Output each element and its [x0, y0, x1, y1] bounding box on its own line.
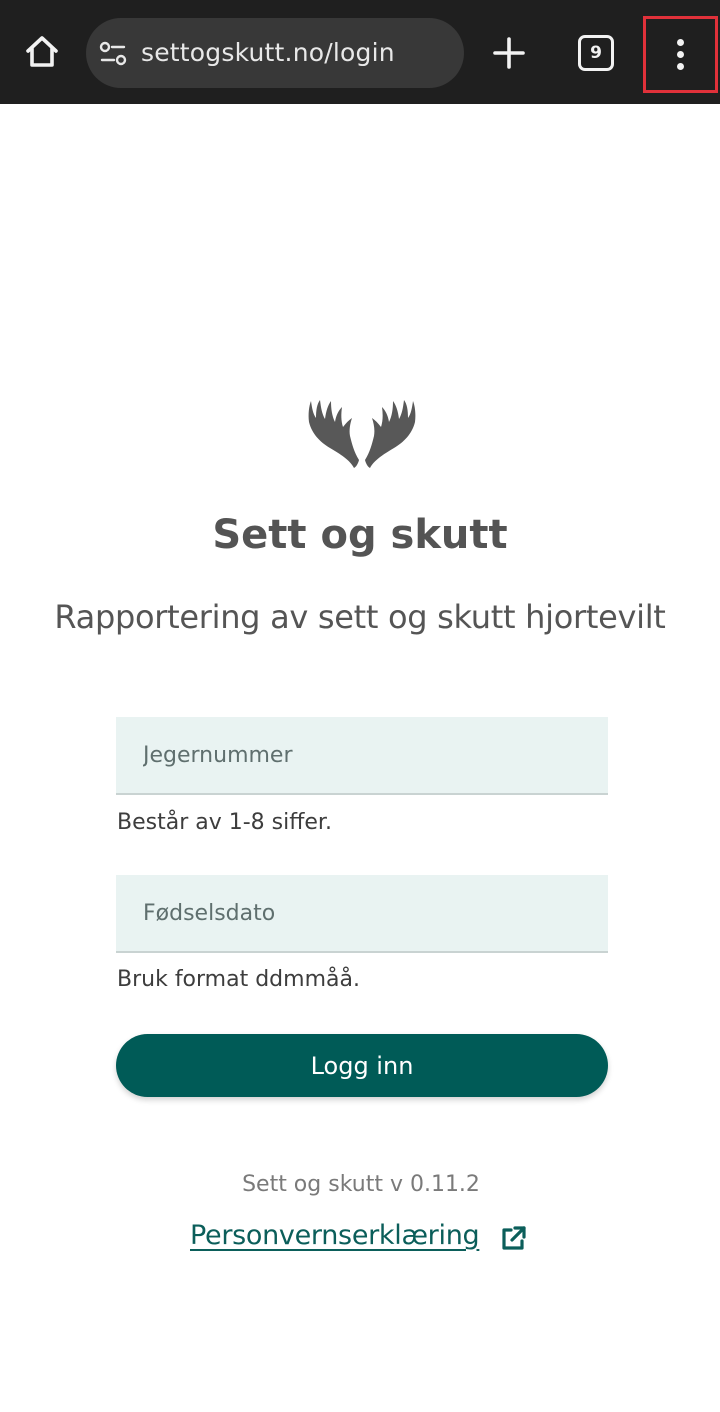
more-vert-icon-dot [677, 63, 684, 70]
browser-menu-button[interactable] [643, 16, 718, 93]
tab-switcher-button[interactable]: 9 [578, 35, 614, 71]
url-text[interactable]: settogskutt.no/login [141, 18, 395, 88]
site-settings-icon[interactable] [98, 39, 128, 69]
app-subtitle: Rapportering av sett og skutt hjortevilt [54, 598, 666, 636]
home-icon [26, 36, 58, 67]
home-button[interactable] [18, 28, 66, 76]
app-title: Sett og skutt [212, 512, 508, 558]
birth-date-helper: Bruk format ddmmåå. [117, 967, 360, 992]
external-link-icon[interactable] [498, 1224, 528, 1254]
address-bar[interactable]: settogskutt.no/login [86, 18, 464, 88]
hunter-number-helper: Består av 1-8 siffer. [117, 810, 332, 835]
plus-icon [493, 37, 525, 69]
version-text: Sett og skutt v 0.11.2 [242, 1172, 480, 1197]
more-vert-icon-dot [677, 51, 684, 58]
birth-date-input[interactable] [116, 875, 608, 953]
privacy-policy-link[interactable]: Personvernserklæring [190, 1220, 480, 1251]
tab-count: 9 [590, 43, 602, 63]
browser-toolbar: settogskutt.no/login 9 [0, 0, 720, 104]
more-vert-icon [677, 39, 684, 46]
new-tab-button[interactable] [486, 30, 532, 76]
login-button[interactable]: Logg inn [116, 1034, 608, 1097]
hunter-number-input[interactable] [116, 717, 608, 795]
antlers-icon [308, 400, 416, 468]
